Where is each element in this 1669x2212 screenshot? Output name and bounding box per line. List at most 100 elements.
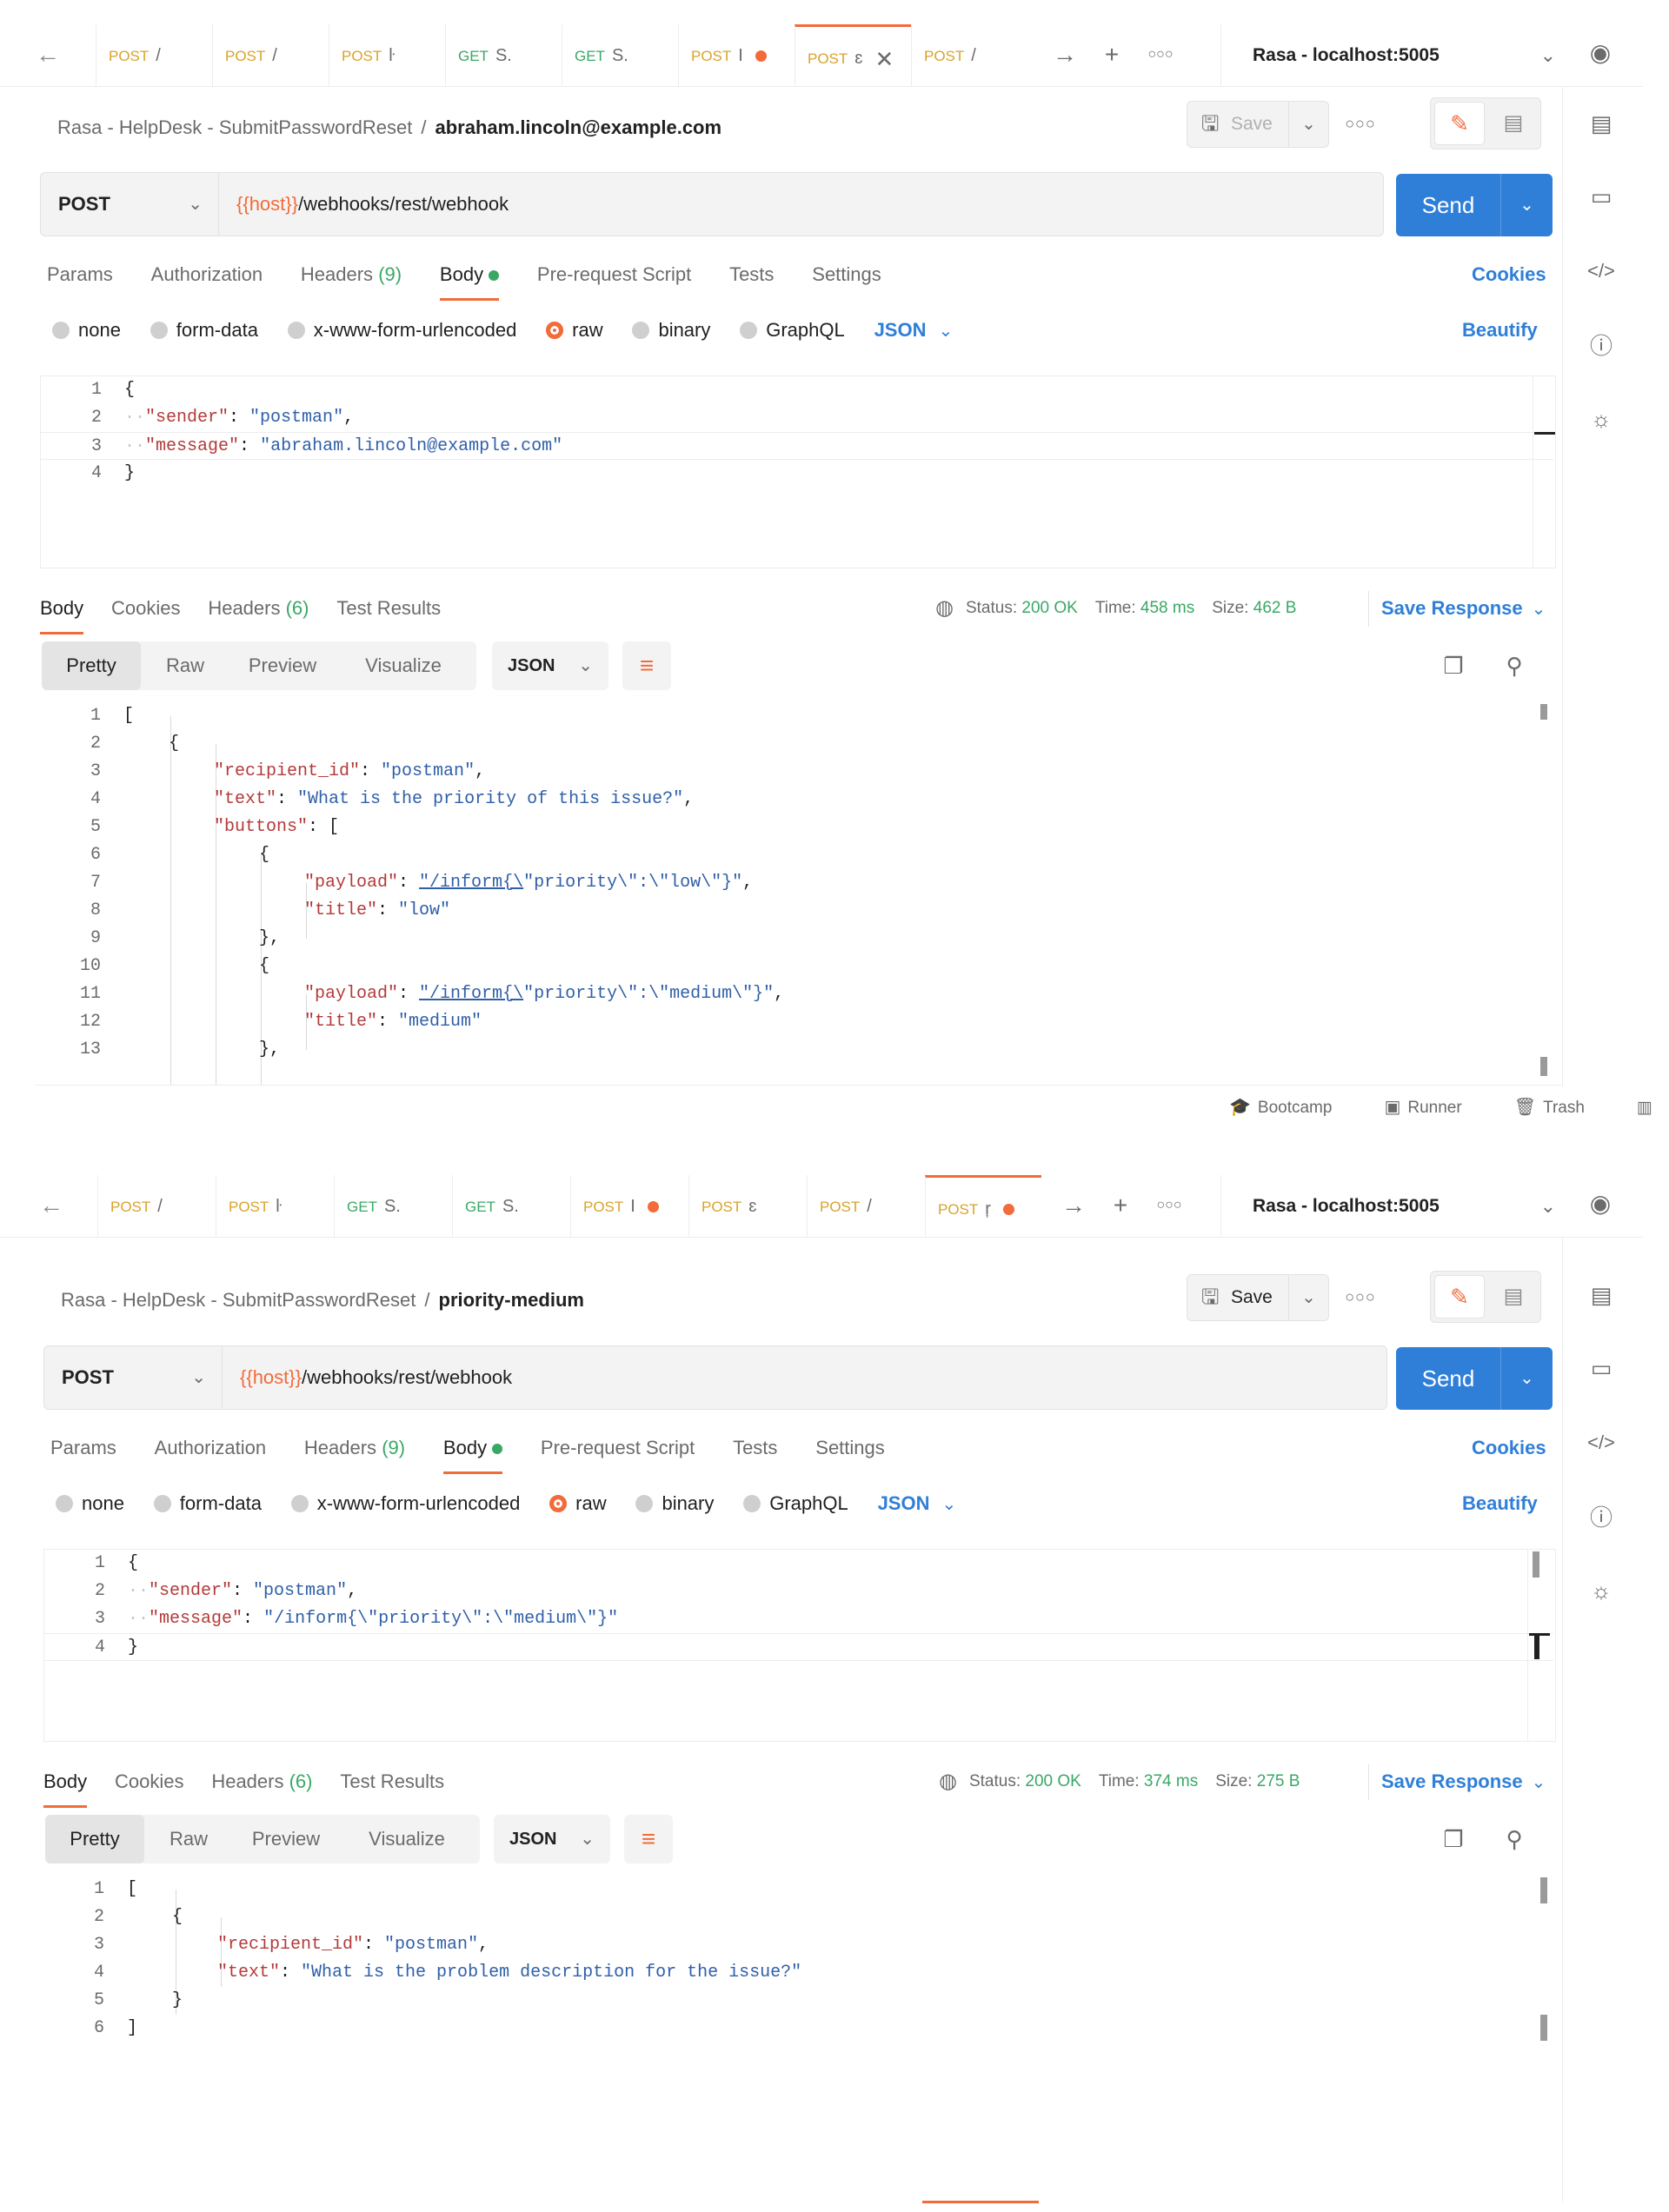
tab-response-body[interactable]: Body — [40, 591, 84, 634]
json-link[interactable]: "/inform{\ — [419, 873, 523, 893]
info-icon[interactable]: ⓘ — [1586, 330, 1617, 362]
runner-link[interactable]: ▣ Runner — [1384, 1098, 1487, 1117]
request-body-editor[interactable]: 1 { 2 ··"sender": "postman", 3 ··"message":… — [43, 1549, 1556, 1742]
radio-none[interactable]: none — [56, 1486, 124, 1521]
arrow-left-icon[interactable]: ← — [33, 40, 63, 70]
radio-form-data[interactable]: form-data — [153, 1486, 262, 1521]
lightbulb-icon[interactable]: ☼ — [1586, 1575, 1617, 1606]
tab-headers[interactable]: Headers (9) — [301, 257, 402, 292]
view-visualize[interactable]: Visualize — [342, 641, 464, 690]
wrap-lines-icon[interactable]: ≡ — [624, 1815, 673, 1863]
plus-icon[interactable]: + — [1097, 40, 1127, 70]
tab-authorization[interactable]: Authorization — [155, 1431, 266, 1465]
info-icon[interactable]: ⓘ — [1586, 1502, 1617, 1533]
url-input[interactable]: {{host}}/webhooks/rest/webhook — [240, 1346, 512, 1409]
radio-urlencoded[interactable]: x-www-form-urlencoded — [290, 1486, 520, 1521]
pencil-icon[interactable]: ✎ — [1434, 102, 1485, 145]
view-pretty[interactable]: Pretty — [42, 641, 141, 690]
tab-prerequest-script[interactable]: Pre-request Script — [541, 1431, 695, 1465]
radio-raw[interactable]: raw — [549, 1486, 607, 1521]
cookies-link[interactable]: Cookies — [1472, 1431, 1546, 1465]
environment-selector[interactable]: Rasa - localhost:5005 ⌄ — [1220, 1175, 1568, 1237]
tab-response-cookies[interactable]: Cookies — [115, 1764, 183, 1799]
ellipsis-icon[interactable]: ○○○ — [1341, 1279, 1380, 1314]
response-format-select[interactable]: JSON ⌄ — [494, 1815, 610, 1863]
view-visualize[interactable]: Visualize — [346, 1815, 468, 1863]
beautify-link[interactable]: Beautify — [1462, 313, 1538, 348]
arrow-right-icon[interactable]: → — [1050, 40, 1080, 70]
tab-params[interactable]: Params — [50, 1431, 116, 1465]
tab-settings[interactable]: Settings — [815, 1431, 885, 1465]
request-tab[interactable]: POST ŀ — [329, 24, 445, 86]
breadcrumb-collection[interactable]: Rasa - HelpDesk - SubmitPasswordReset — [57, 116, 412, 138]
tab-tests[interactable]: Tests — [733, 1431, 777, 1465]
save-dropdown[interactable]: ⌄ — [1289, 101, 1329, 148]
view-raw[interactable]: Raw — [150, 641, 221, 690]
search-icon[interactable]: ⚲ — [1499, 650, 1530, 681]
cookies-link[interactable]: Cookies — [1472, 257, 1546, 292]
request-tab[interactable]: POST ɛ — [688, 1175, 805, 1237]
tab-settings[interactable]: Settings — [812, 257, 881, 292]
tab-params[interactable]: Params — [47, 257, 113, 292]
view-pretty[interactable]: Pretty — [45, 1815, 144, 1863]
request-tab[interactable]: POST / — [97, 1175, 214, 1237]
scrollbar-thumb[interactable] — [1540, 704, 1547, 720]
tab-authorization[interactable]: Authorization — [151, 257, 263, 292]
language-select[interactable]: JSON ⌄ — [878, 1486, 957, 1522]
view-raw[interactable]: Raw — [153, 1815, 224, 1863]
code-icon[interactable]: </> — [1586, 256, 1617, 287]
copy-icon[interactable]: ❐ — [1438, 650, 1469, 681]
radio-binary[interactable]: binary — [632, 313, 710, 348]
copy-icon[interactable]: ❐ — [1438, 1823, 1469, 1855]
save-button[interactable]: 🖫 Save — [1187, 101, 1289, 148]
arrow-left-icon[interactable]: ← — [37, 1191, 66, 1220]
code-icon[interactable]: </> — [1586, 1427, 1617, 1458]
request-tab[interactable]: POST ŀ — [216, 1175, 332, 1237]
document-icon[interactable]: ▤ — [1586, 1279, 1617, 1311]
scrollbar-thumb[interactable] — [1540, 2015, 1547, 2041]
request-tab[interactable]: POST / — [96, 24, 212, 86]
json-link[interactable]: "/inform{\ — [419, 984, 523, 1004]
send-button[interactable]: Send — [1396, 1347, 1500, 1410]
radio-urlencoded[interactable]: x-www-form-urlencoded — [287, 313, 516, 348]
save-response-button[interactable]: Save Response ⌄ — [1368, 591, 1546, 627]
scrollbar-thumb[interactable] — [1533, 1551, 1539, 1578]
scrollbar-thumb[interactable] — [1540, 1877, 1547, 1903]
tab-body[interactable]: Body — [439, 257, 500, 301]
request-tab[interactable]: POST I — [678, 24, 795, 86]
request-tab[interactable]: POST I — [570, 1175, 687, 1237]
globe-icon[interactable]: ◍ — [939, 1770, 957, 1793]
eye-icon[interactable]: ◉ — [1586, 1189, 1615, 1219]
tab-response-headers[interactable]: Headers (6) — [208, 591, 309, 626]
trash-link[interactable]: 🗑 Trash — [1514, 1098, 1611, 1117]
scrollbar-thumb[interactable] — [1540, 1057, 1547, 1076]
tab-body[interactable]: Body — [442, 1431, 503, 1474]
view-preview[interactable]: Preview — [238, 1815, 334, 1863]
tab-test-results[interactable]: Test Results — [340, 1764, 444, 1799]
layout-icon[interactable]: ▥ — [1637, 1099, 1652, 1117]
radio-graphql[interactable]: GraphQL — [740, 313, 845, 348]
request-tab[interactable]: GET S. — [334, 1175, 450, 1237]
tab-response-headers[interactable]: Headers (6) — [211, 1764, 312, 1799]
beautify-link[interactable]: Beautify — [1462, 1486, 1538, 1521]
tab-tests[interactable]: Tests — [729, 257, 774, 292]
tab-prerequest-script[interactable]: Pre-request Script — [537, 257, 691, 292]
request-tab[interactable]: GET S. — [562, 24, 678, 86]
comment-icon[interactable]: ▤ — [1488, 102, 1539, 145]
method-select[interactable]: POST ⌄ — [44, 1346, 223, 1409]
ellipsis-icon[interactable]: ○○○ — [1146, 40, 1175, 70]
search-icon[interactable]: ⚲ — [1499, 1823, 1530, 1855]
comment-icon[interactable]: ▤ — [1488, 1275, 1539, 1319]
tab-response-body[interactable]: Body — [43, 1764, 88, 1808]
request-tab[interactable]: GET S. — [445, 24, 562, 86]
language-select[interactable]: JSON ⌄ — [874, 313, 954, 349]
arrow-right-icon[interactable]: → — [1059, 1191, 1088, 1220]
wrap-lines-icon[interactable]: ≡ — [622, 641, 671, 690]
ellipsis-icon[interactable]: ○○○ — [1341, 106, 1380, 141]
request-name[interactable]: priority-medium — [439, 1289, 584, 1311]
response-format-select[interactable]: JSON ⌄ — [492, 641, 608, 690]
tab-headers[interactable]: Headers (9) — [304, 1431, 405, 1465]
send-dropdown[interactable]: ⌄ — [1500, 1347, 1553, 1410]
ellipsis-icon[interactable]: ○○○ — [1154, 1191, 1184, 1220]
radio-graphql[interactable]: GraphQL — [743, 1486, 848, 1521]
